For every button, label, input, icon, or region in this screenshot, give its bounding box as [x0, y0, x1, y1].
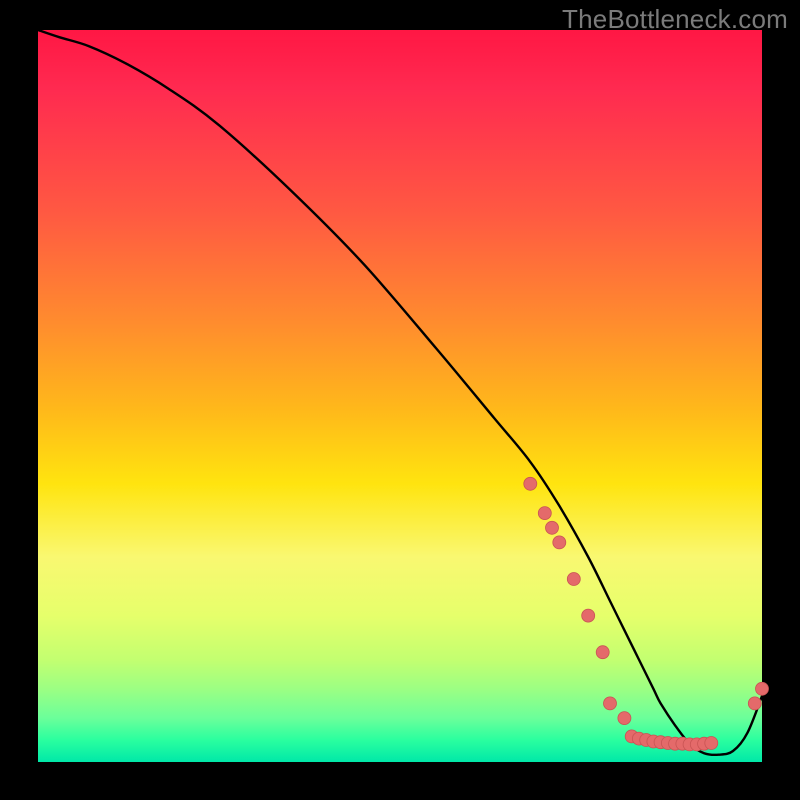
data-point: [756, 682, 769, 695]
data-points: [524, 477, 769, 751]
watermark-text: TheBottleneck.com: [562, 4, 788, 35]
data-point: [524, 477, 537, 490]
data-point: [567, 573, 580, 586]
curve-svg: [38, 30, 762, 762]
data-point: [546, 521, 559, 534]
data-point: [705, 737, 718, 750]
data-point: [582, 609, 595, 622]
bottleneck-curve: [38, 30, 762, 755]
plot-area: [38, 30, 762, 762]
data-point: [553, 536, 566, 549]
data-point: [596, 646, 609, 659]
chart-container: TheBottleneck.com: [0, 0, 800, 800]
data-point: [748, 697, 761, 710]
data-point: [618, 712, 631, 725]
data-point: [538, 507, 551, 520]
data-point: [604, 697, 617, 710]
